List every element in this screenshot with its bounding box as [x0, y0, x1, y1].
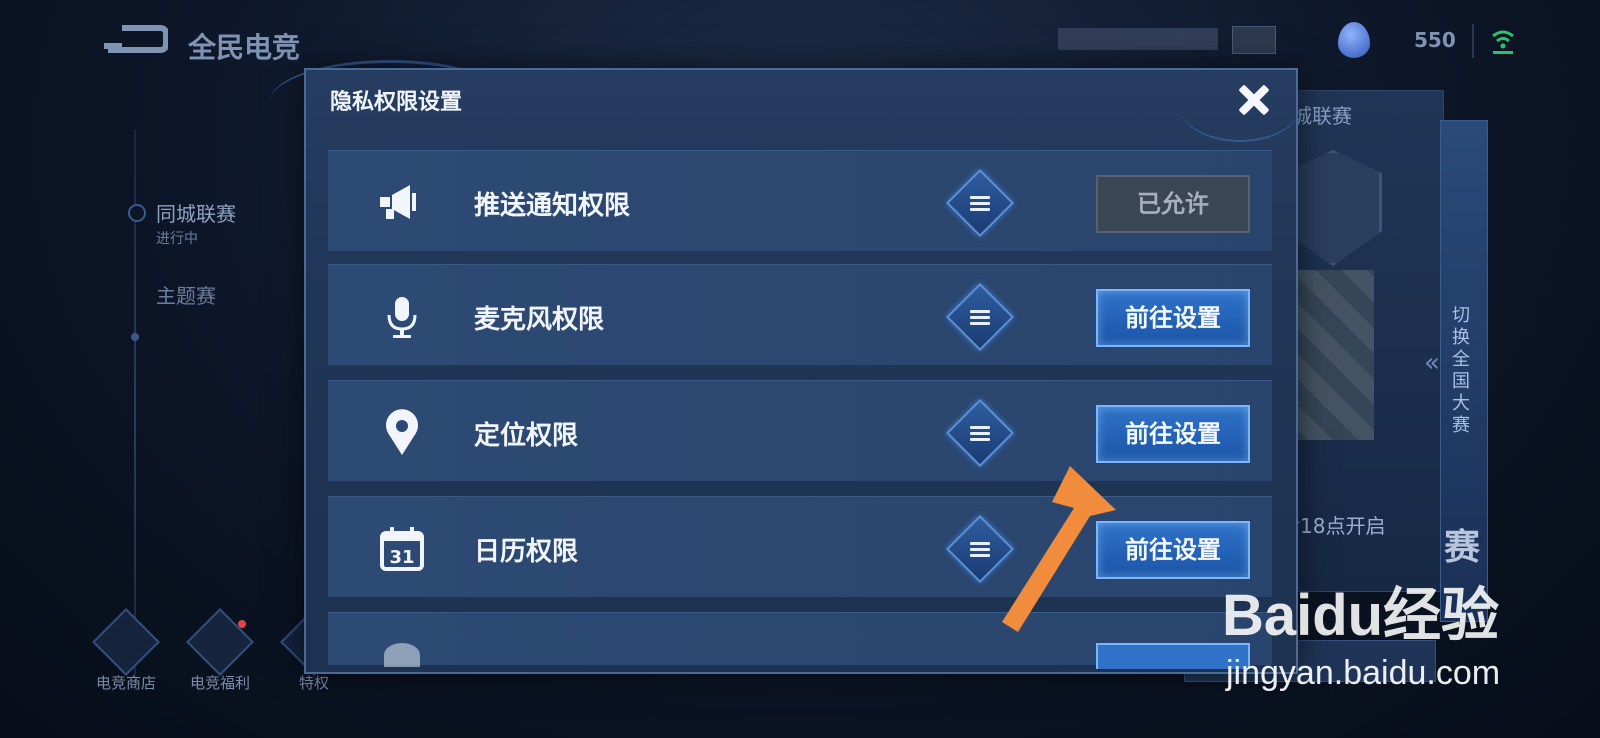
nav-esports-shop[interactable]: 电竞商店 — [86, 608, 166, 693]
permission-row-partial — [328, 612, 1272, 669]
location-pin-icon — [386, 409, 418, 455]
calendar-icon: 31 — [380, 527, 424, 571]
go-settings-button[interactable]: 前往设置 — [1096, 405, 1250, 463]
app-title: 全民电竞 — [188, 31, 301, 64]
list-icon — [970, 539, 990, 559]
notification-dot — [238, 620, 246, 628]
permission-label: 麦克风权限 — [474, 305, 605, 335]
sidebar-dot — [131, 333, 139, 341]
permission-row-location: 定位权限 前往设置 — [328, 380, 1272, 481]
coin-count: 550 — [1414, 28, 1456, 52]
switch-national-label: 切换全国大赛 — [1452, 305, 1470, 436]
permission-row-push: 推送通知权限 已允许 — [328, 150, 1272, 251]
big-label: 赛 — [1444, 527, 1481, 568]
nav-esports-benefits[interactable]: 电竞福利 — [180, 608, 260, 693]
shop-icon — [92, 608, 160, 676]
info-button[interactable] — [946, 283, 1014, 351]
list-icon — [970, 423, 990, 443]
permission-label: 推送通知权限 — [474, 191, 631, 221]
go-settings-button[interactable]: 前往设置 — [1096, 289, 1250, 347]
chevron-left-icon: « — [1424, 348, 1440, 378]
partial-icon — [384, 643, 420, 667]
allowed-button[interactable]: 已允许 — [1096, 175, 1250, 233]
back-icon[interactable] — [100, 24, 168, 54]
dialog-title: 隐私权限设置 — [330, 90, 463, 115]
info-button[interactable] — [946, 169, 1014, 237]
sidebar-item-city-league[interactable]: 同城联赛 — [156, 198, 236, 227]
coin-icon — [1338, 22, 1370, 58]
permission-label: 日历权限 — [474, 537, 579, 567]
microphone-icon — [387, 297, 417, 338]
watermark-logo: Baidu经验 — [1222, 583, 1500, 648]
calendar-icon-text: 31 — [389, 547, 414, 568]
permission-row-calendar: 31 日历权限 前往设置 — [328, 496, 1272, 597]
watermark-url: jingyan.baidu.com — [1226, 654, 1501, 692]
permission-label: 定位权限 — [474, 421, 579, 451]
league-card-title: 城联赛 — [1292, 104, 1352, 128]
divider — [1472, 24, 1474, 58]
list-icon — [970, 193, 990, 213]
close-icon[interactable] — [1232, 78, 1276, 122]
annotation-arrow — [1002, 466, 1116, 632]
gift-icon — [186, 608, 254, 676]
megaphone-icon — [380, 185, 416, 219]
list-icon — [970, 307, 990, 327]
player-name-blurred — [1058, 28, 1218, 50]
wifi-icon — [1492, 30, 1514, 54]
sidebar-item-status: 进行中 — [156, 231, 198, 247]
permission-row-microphone: 麦克风权限 前往设置 — [328, 264, 1272, 365]
info-button[interactable] — [946, 399, 1014, 467]
sidebar-item-theme-match[interactable]: 主题赛 — [156, 280, 216, 309]
sidebar-active-dot — [128, 204, 146, 222]
player-badge-blurred — [1232, 26, 1276, 54]
